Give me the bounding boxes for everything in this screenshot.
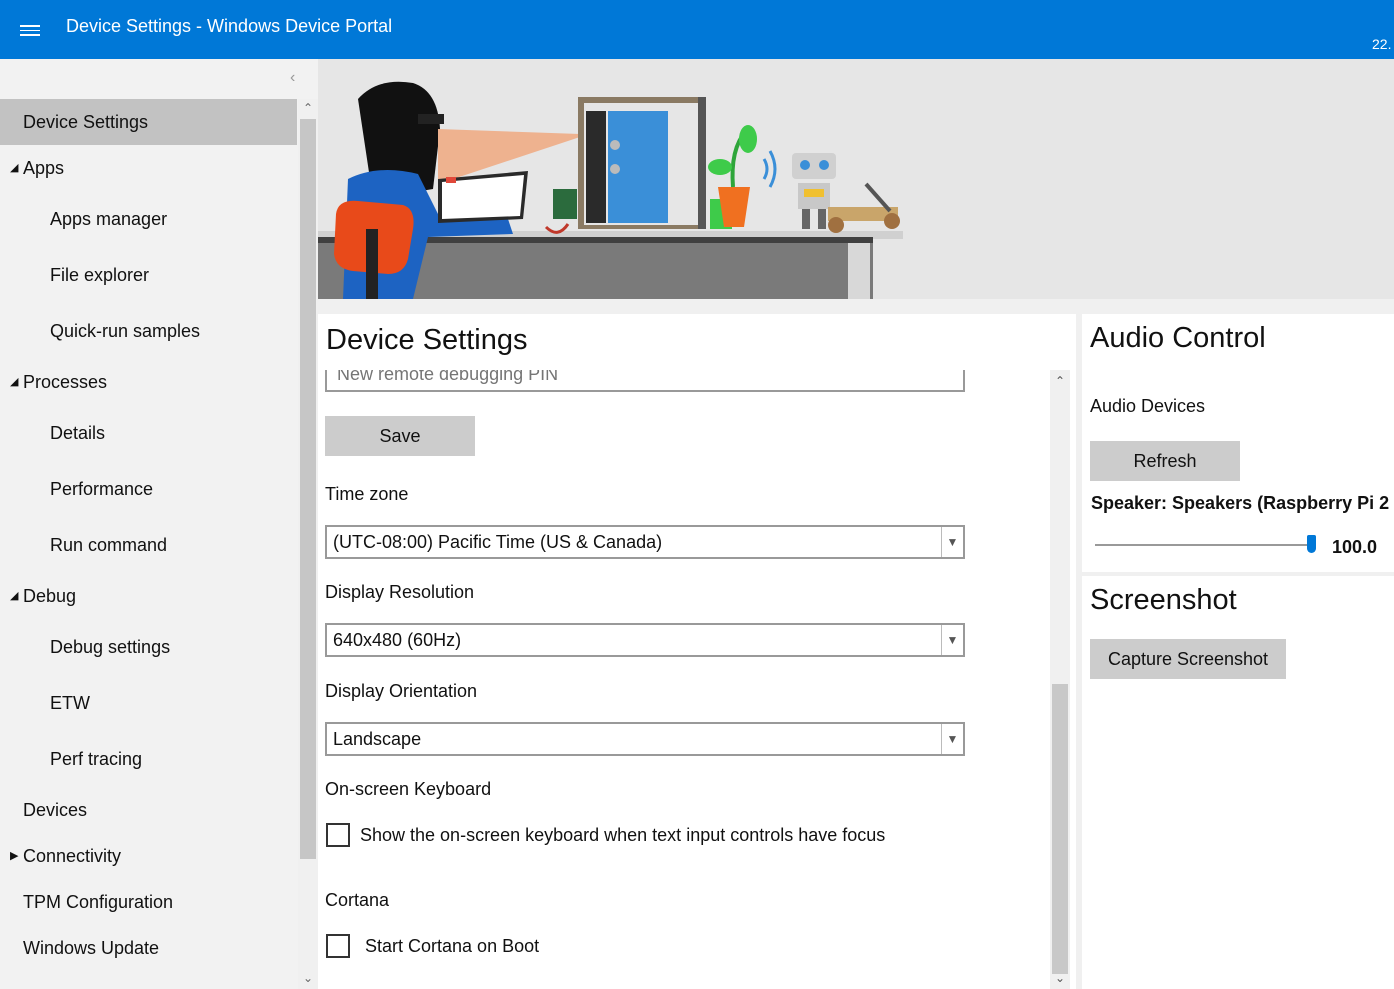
sidebar-item-connectivity[interactable]: ▶ Connectivity [0, 833, 297, 879]
on-screen-keyboard-checkbox-label: Show the on-screen keyboard when text in… [360, 825, 886, 845]
display-resolution-value: 640x480 (60Hz) [333, 630, 462, 650]
sidebar-item-label: Quick-run samples [50, 321, 201, 341]
time-zone-label: Time zone [325, 484, 409, 504]
sidebar-item-debug[interactable]: ◢ Debug [0, 573, 297, 619]
sidebar-item-label: Performance [50, 479, 154, 499]
display-resolution-select[interactable]: 640x480 (60Hz) ▼ [325, 623, 965, 657]
sidebar-item-file-explorer[interactable]: File explorer [0, 247, 297, 303]
display-orientation-value: Landscape [333, 729, 422, 749]
device-settings-scroll-thumb[interactable] [1052, 684, 1068, 974]
on-screen-keyboard-checkbox[interactable] [326, 823, 350, 847]
sidebar-item-label: Apps manager [50, 209, 168, 229]
remote-debugging-pin-input[interactable] [325, 370, 965, 392]
volume-slider-track[interactable] [1095, 544, 1310, 546]
version-text: 22. [1372, 36, 1392, 52]
scroll-down-arrow-icon[interactable]: ⌄ [301, 971, 315, 985]
screenshot-title: Screenshot [1090, 584, 1237, 616]
audio-control-panel: Audio Control Audio Devices Refresh Spea… [1082, 314, 1394, 572]
collapse-sidebar-chevron-icon[interactable]: ‹ [290, 69, 304, 87]
sidebar-item-label: Run command [50, 535, 168, 555]
volume-slider-thumb[interactable] [1307, 535, 1316, 553]
sidebar-item-details[interactable]: Details [0, 405, 297, 461]
sidebar-item-tpm-configuration[interactable]: TPM Configuration [0, 879, 297, 925]
chevron-down-icon: ▼ [941, 724, 963, 754]
device-settings-scrollbar[interactable]: ⌃ ⌄ [1050, 370, 1070, 989]
sidebar-item-processes[interactable]: ◢ Processes [0, 359, 297, 405]
sidebar-item-label: Apps [23, 158, 65, 178]
display-orientation-select[interactable]: Landscape ▼ [325, 722, 965, 756]
sidebar-item-label: ETW [50, 693, 90, 713]
refresh-button[interactable]: Refresh [1090, 441, 1240, 481]
audio-devices-label: Audio Devices [1090, 396, 1206, 416]
time-zone-select[interactable]: (UTC-08:00) Pacific Time (US & Canada) ▼ [325, 525, 965, 559]
volume-value: 100.0 [1332, 537, 1378, 557]
sidebar-item-device-settings[interactable]: Device Settings [0, 99, 297, 145]
cortana-label: Cortana [325, 890, 390, 910]
scroll-up-arrow-icon[interactable]: ⌃ [1053, 374, 1067, 388]
sidebar-item-etw[interactable]: ETW [0, 675, 297, 731]
sidebar-item-run-command[interactable]: Run command [0, 517, 297, 573]
sidebar-scrollbar[interactable]: ⌃ ⌄ [298, 99, 318, 989]
speaker-label: Speaker: Speakers (Raspberry Pi 2 [1091, 493, 1390, 513]
save-button[interactable]: Save [325, 416, 475, 456]
developer-desk-illustration [318, 81, 903, 299]
sidebar-item-label: Windows Update [23, 938, 160, 958]
capture-screenshot-button[interactable]: Capture Screenshot [1090, 639, 1286, 679]
sidebar-scroll-thumb[interactable] [300, 119, 316, 859]
device-settings-title: Device Settings [326, 324, 528, 356]
sidebar-item-label: Device Settings [23, 112, 149, 132]
title-bar: Device Settings - Windows Device Portal … [0, 0, 1394, 59]
sidebar-item-label: Devices [23, 800, 88, 820]
chevron-down-icon: ▼ [941, 527, 963, 557]
cortana-boot-checkbox[interactable] [326, 934, 350, 958]
sidebar-item-performance[interactable]: Performance [0, 461, 297, 517]
display-orientation-label: Display Orientation [325, 681, 478, 701]
sidebar-item-label: TPM Configuration [23, 892, 174, 912]
sidebar-item-quick-run-samples[interactable]: Quick-run samples [0, 303, 297, 359]
sidebar-item-perf-tracing[interactable]: Perf tracing [0, 731, 297, 787]
collapsed-triangle-icon: ▶ [10, 850, 19, 862]
sidebar-item-label: Processes [23, 372, 108, 392]
chevron-down-icon: ▼ [941, 625, 963, 655]
sidebar-item-label: Connectivity [23, 846, 122, 866]
sidebar-item-label: Details [50, 423, 106, 443]
app-title: Device Settings - Windows Device Portal [66, 16, 393, 36]
time-zone-value: (UTC-08:00) Pacific Time (US & Canada) [333, 532, 663, 552]
sidebar-item-debug-settings[interactable]: Debug settings [0, 619, 297, 675]
device-settings-content: Save Time zone (UTC-08:00) Pacific Time … [318, 370, 1050, 989]
screenshot-panel: Screenshot Capture Screenshot [1082, 576, 1394, 989]
audio-control-title: Audio Control [1090, 322, 1266, 354]
expanded-triangle-icon: ◢ [10, 590, 19, 602]
device-settings-panel: Device Settings Save Time zone (UTC-08:0… [318, 314, 1076, 989]
sidebar: ‹ Device Settings ◢ Apps Apps manager File e… [0, 59, 318, 989]
sidebar-nav: Device Settings ◢ Apps Apps manager File exp… [0, 99, 297, 971]
cortana-boot-checkbox-label: Start Cortana on Boot [365, 936, 540, 956]
sidebar-item-label: File explorer [50, 265, 150, 285]
scroll-down-arrow-icon[interactable]: ⌄ [1053, 971, 1067, 985]
sidebar-item-devices[interactable]: Devices [0, 787, 297, 833]
expanded-triangle-icon: ◢ [10, 376, 19, 388]
sidebar-item-label: Debug [23, 586, 77, 606]
sidebar-item-windows-update[interactable]: Windows Update [0, 925, 297, 971]
sidebar-item-apps-manager[interactable]: Apps manager [0, 191, 297, 247]
sidebar-item-label: Debug settings [50, 637, 171, 657]
on-screen-keyboard-label: On-screen Keyboard [325, 779, 492, 799]
expanded-triangle-icon: ◢ [10, 162, 19, 174]
hero-illustration [318, 59, 1394, 299]
display-resolution-label: Display Resolution [325, 582, 475, 602]
sidebar-item-apps[interactable]: ◢ Apps [0, 145, 297, 191]
sidebar-item-label: Perf tracing [50, 749, 143, 769]
hamburger-menu-icon[interactable] [20, 22, 40, 38]
scroll-up-arrow-icon[interactable]: ⌃ [301, 101, 315, 115]
